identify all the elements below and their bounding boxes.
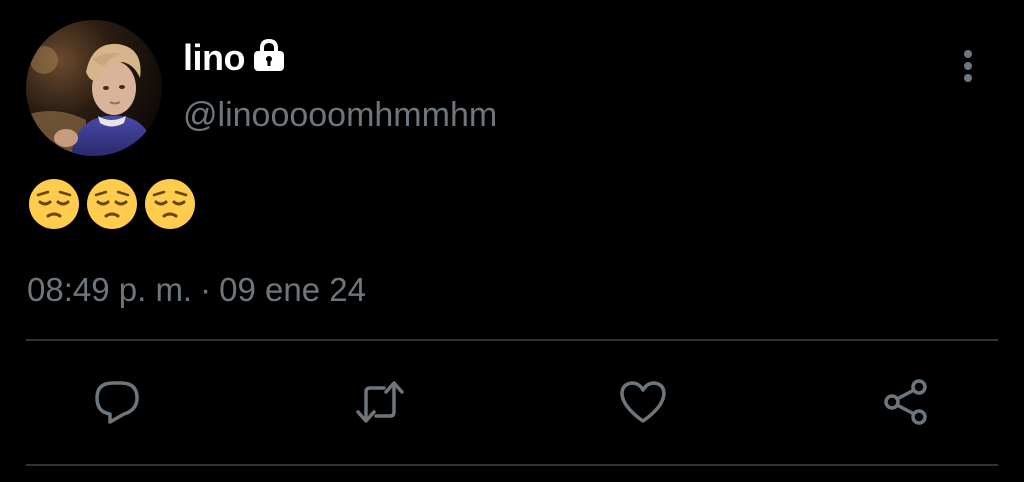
separator-dot: · [200,271,212,308]
display-name[interactable]: lino [183,36,245,80]
comment-icon [95,381,139,424]
user-handle[interactable]: @linooooomhmmhm [183,94,497,136]
like-button[interactable] [615,374,671,430]
divider [26,464,998,466]
pensive-face-emoji [29,179,79,229]
share-icon [884,379,927,425]
more-vertical-icon[interactable] [956,46,980,86]
pensive-face-emoji [87,179,137,229]
divider [26,339,998,341]
tweet-text [28,178,196,238]
tweet-date: 09 ene 24 [219,271,366,308]
lock-icon [254,38,284,71]
reply-button[interactable] [89,374,145,430]
heart-icon [620,381,666,423]
pensive-face-emoji [145,179,195,229]
share-button[interactable] [878,374,934,430]
avatar-photo [26,20,162,156]
tweet-time: 08:49 p. m. [27,271,193,308]
avatar[interactable] [26,20,162,156]
tweet-timestamp[interactable]: 08:49 p. m. · 09 ene 24 [27,268,366,312]
retweet-button[interactable] [352,374,408,430]
retweet-icon [356,381,404,423]
